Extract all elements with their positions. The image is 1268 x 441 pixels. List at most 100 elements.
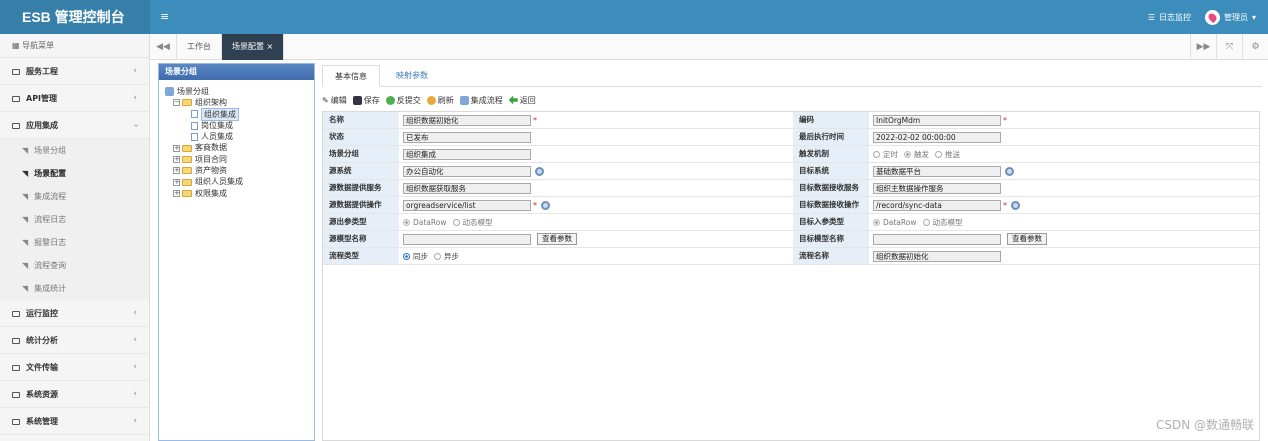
tab-scroll-right-icon[interactable]: ▶▶ xyxy=(1190,34,1216,60)
view-tgt-params-button[interactable]: 查看参数 xyxy=(1007,233,1047,245)
sidebar-sub-flow-log[interactable]: ◥ 流程日志 xyxy=(0,208,149,231)
in-type-dynamic[interactable]: 动态模型 xyxy=(922,217,963,228)
sidebar-item-monitor[interactable]: 运行监控 ‹ xyxy=(0,300,149,327)
integration-flow-button[interactable]: 集成流程 xyxy=(459,95,503,106)
expand-icon[interactable]: + xyxy=(173,144,180,152)
view-src-params-button[interactable]: 查看参数 xyxy=(537,233,577,245)
tab-scene-config[interactable]: 场景配置 × xyxy=(222,34,285,60)
flow-type-radios: 同步 异步 xyxy=(403,248,465,264)
sidebar-sub-scene-config[interactable]: ◥ 场景配置 xyxy=(0,162,149,185)
trigger-option-push[interactable]: 推送 xyxy=(935,149,960,160)
menu-toggle-icon[interactable]: ≡ xyxy=(160,10,169,23)
tree-node[interactable]: + 客商数据 xyxy=(165,142,314,153)
chevron-left-icon: ‹ xyxy=(133,308,137,318)
group-value: 组织集成 xyxy=(403,146,531,162)
tree-node[interactable]: 人员集成 xyxy=(165,131,314,142)
fullscreen-icon[interactable]: ⤧ xyxy=(1216,34,1242,60)
group-input[interactable]: 组织集成 xyxy=(403,148,531,160)
tree-node[interactable]: 组织集成 xyxy=(165,107,314,121)
tgt-sys-input[interactable]: 基础数据平台 xyxy=(873,165,1001,177)
folder-icon xyxy=(182,99,192,107)
save-label: 保存 xyxy=(363,95,380,105)
tgt-model-input[interactable] xyxy=(873,233,1001,245)
expand-icon[interactable]: + xyxy=(173,167,180,175)
gear-icon[interactable]: ⚙ xyxy=(1242,34,1268,60)
code-input[interactable]: InitOrgMdm xyxy=(873,114,1001,126)
tab-scroll-left-icon[interactable]: ◀◀ xyxy=(150,34,177,60)
tree-node[interactable]: + 权限集成 xyxy=(165,188,314,199)
sidebar-item-analysis[interactable]: 统计分析 ‹ xyxy=(0,327,149,354)
sidebar-sub-alarm-log[interactable]: ◥ 报警日志 xyxy=(0,231,149,254)
tree-node[interactable]: 岗位集成 xyxy=(165,120,314,131)
sidebar-item-service[interactable]: 服务工程 ‹ xyxy=(0,58,149,85)
in-type-datarow[interactable]: DataRow xyxy=(873,218,917,227)
document-icon xyxy=(191,132,198,141)
status-input[interactable]: 已发布 xyxy=(403,131,531,143)
sub-item-label: 流程日志 xyxy=(34,215,67,224)
lookup-gear-icon[interactable] xyxy=(541,200,550,210)
app-logo[interactable]: ESB 管理控制台 xyxy=(0,0,150,34)
floppy-icon xyxy=(352,95,362,105)
src-svc-input[interactable]: 组织数据获取服务 xyxy=(403,182,531,194)
sidebar-sub-stats[interactable]: ◥ 集成统计 xyxy=(0,277,149,300)
collapse-icon[interactable]: − xyxy=(173,99,180,107)
tree-node[interactable]: + 项目合同 xyxy=(165,154,314,165)
out-type-datarow[interactable]: DataRow xyxy=(403,218,447,227)
out-type-dynamic[interactable]: 动态模型 xyxy=(452,217,493,228)
sidebar-item-system[interactable]: 系统管理 ‹ xyxy=(0,408,149,435)
tgt-sys-value: 基础数据平台 xyxy=(873,163,1014,179)
avatar xyxy=(1204,9,1220,25)
last-exec-input[interactable]: 2022-02-02 00:00:00 xyxy=(873,131,1001,143)
lookup-gear-icon[interactable] xyxy=(1005,166,1014,176)
sidebar-sub-flow[interactable]: ◥ 集成流程 xyxy=(0,185,149,208)
edit-button[interactable]: ✎ 编辑 xyxy=(322,95,347,106)
lookup-gear-icon[interactable] xyxy=(535,166,544,176)
tab-mapping-params[interactable]: 映射参数 xyxy=(384,65,440,87)
src-op-input[interactable]: orgreadservice/list xyxy=(403,199,531,211)
close-icon[interactable]: × xyxy=(267,42,274,51)
flow-type-sync[interactable]: 同步 xyxy=(403,251,428,262)
tgt-op-input[interactable]: /record/sync-data xyxy=(873,199,1001,211)
save-button[interactable]: 保存 xyxy=(352,95,380,106)
back-button[interactable]: 返回 xyxy=(508,95,536,106)
tab-basic-info[interactable]: 基本信息 xyxy=(322,65,380,87)
expand-icon[interactable]: + xyxy=(173,178,180,186)
tgt-op-label: 目标数据接收操作 xyxy=(793,197,869,213)
sidebar-sub-flow-query[interactable]: ◥ 流程查询 xyxy=(0,254,149,277)
flow-name-input[interactable]: 组织数据初始化 xyxy=(873,250,1001,262)
src-sys-input[interactable]: 办公自动化 xyxy=(403,165,531,177)
tgt-svc-input[interactable]: 组织主数据操作服务 xyxy=(873,182,1001,194)
lookup-gear-icon[interactable] xyxy=(1011,200,1020,210)
trigger-radios: 定时 触发 推送 xyxy=(873,146,966,162)
tree-node[interactable]: − 组织架构 xyxy=(165,97,314,108)
required-mark: * xyxy=(533,200,537,210)
tree-node[interactable]: + 组织人员集成 xyxy=(165,176,314,187)
name-input[interactable]: 组织数据初始化 xyxy=(403,114,531,126)
tree-node[interactable]: + 资产物资 xyxy=(165,165,314,176)
src-model-input[interactable] xyxy=(403,233,531,245)
trigger-option-trigger[interactable]: 触发 xyxy=(904,149,929,160)
log-monitor-link[interactable]: ☰ 日志监控 xyxy=(1148,12,1191,23)
sidebar-item-label: 服务工程 xyxy=(26,67,58,76)
tab-workbench[interactable]: 工作台 xyxy=(177,34,222,60)
tree-node-label: 资产物资 xyxy=(195,166,227,176)
trigger-option-scheduled[interactable]: 定时 xyxy=(873,149,898,160)
expand-icon[interactable]: + xyxy=(173,155,180,163)
sidebar-sub-scene-group[interactable]: ◥ 场景分组 xyxy=(0,139,149,162)
refresh-button[interactable]: 刷新 xyxy=(426,95,454,106)
flow-name-value: 组织数据初始化 xyxy=(873,248,1001,264)
radio-label: DataRow xyxy=(883,217,917,227)
sidebar-item-file[interactable]: 文件传输 ‹ xyxy=(0,354,149,381)
folder-icon xyxy=(12,95,20,102)
sidebar-item-app-integration[interactable]: 应用集成 › xyxy=(0,112,149,139)
sidebar-item-resource[interactable]: 系统资源 ‹ xyxy=(0,381,149,408)
folder-icon xyxy=(12,122,20,129)
form-toolbar: ✎ 编辑 保存 反提交 刷新 集成流程 返回 xyxy=(322,93,536,107)
expand-icon[interactable]: + xyxy=(173,189,180,197)
unsubmit-button[interactable]: 反提交 xyxy=(385,95,421,106)
tree-node-label-selected: 组织集成 xyxy=(201,107,239,121)
tree-root[interactable]: 场景分组 xyxy=(165,86,314,97)
sidebar-item-api[interactable]: API管理 ‹ xyxy=(0,85,149,112)
user-menu[interactable]: 管理员 ▾ xyxy=(1204,9,1256,25)
flow-type-async[interactable]: 异步 xyxy=(434,251,459,262)
